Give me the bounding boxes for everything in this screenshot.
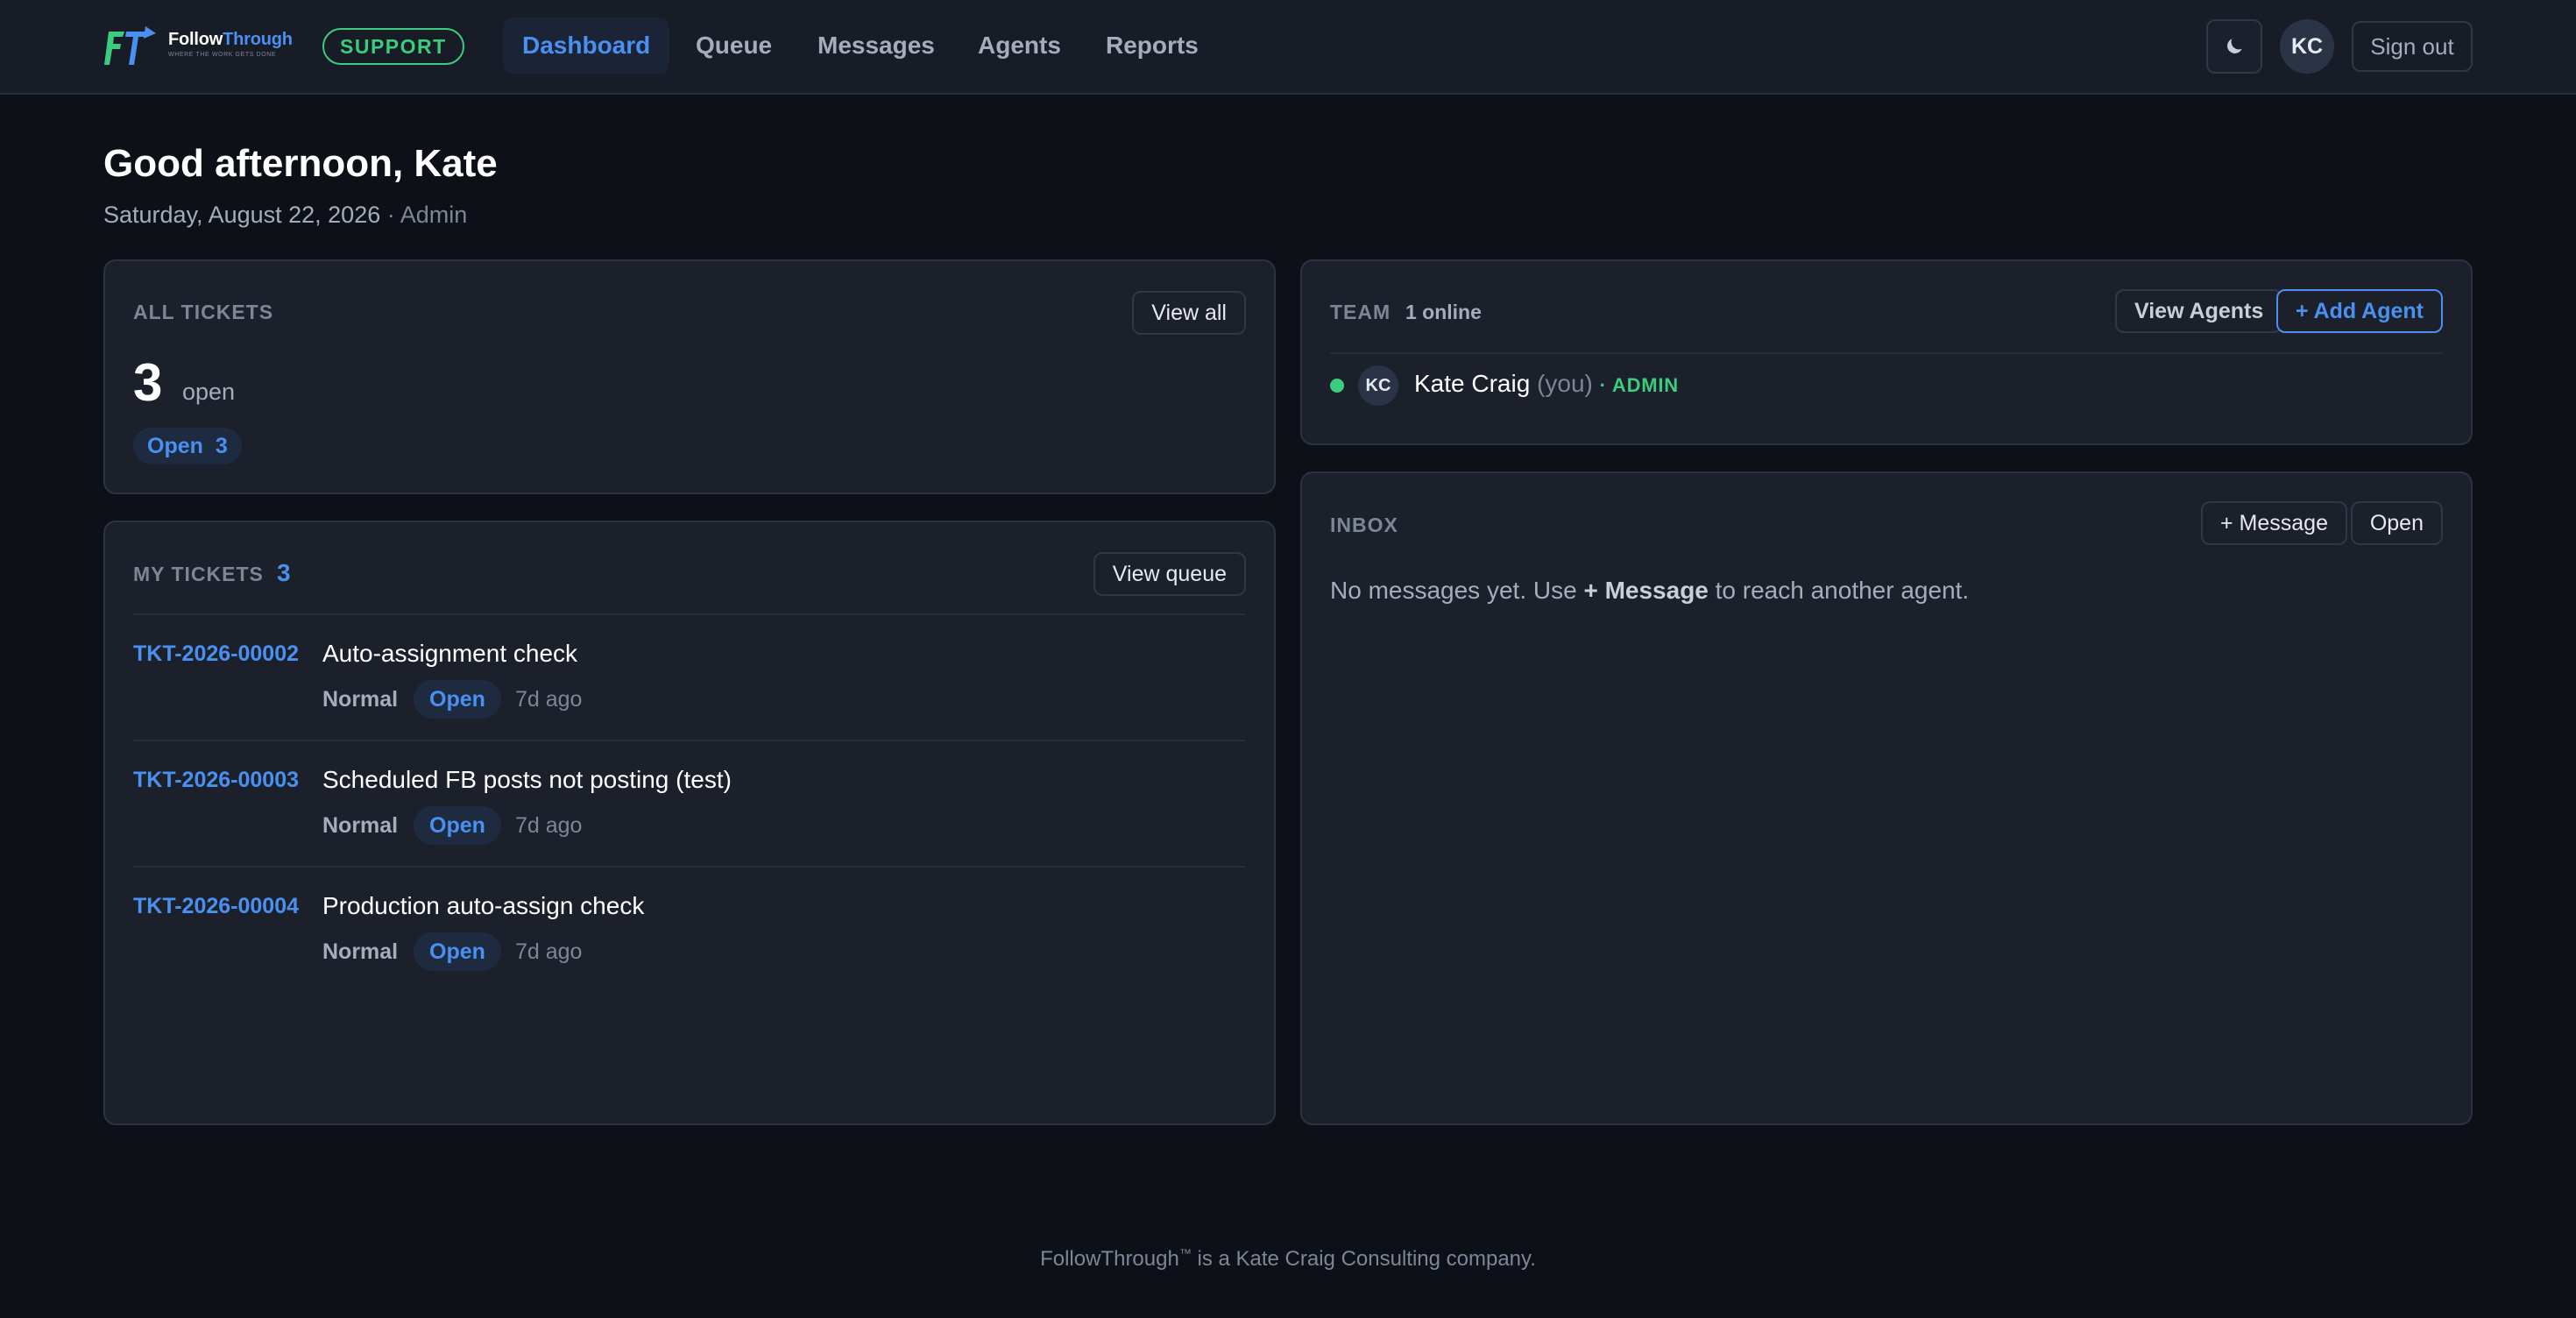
ticket-id-link[interactable]: TKT-2026-00003 <box>133 768 299 793</box>
nav-reports[interactable]: Reports <box>1086 18 1218 74</box>
ticket-id-link[interactable]: TKT-2026-00002 <box>133 641 299 667</box>
ticket-title[interactable]: Scheduled FB posts not posting (test) <box>322 766 732 794</box>
nav-agents[interactable]: Agents <box>959 18 1080 74</box>
add-agent-button[interactable]: + Add Agent <box>2275 289 2443 333</box>
date-subtitle: Saturday, August 22, 2026 · Admin <box>103 202 468 228</box>
view-all-button[interactable]: View all <box>1132 291 1246 335</box>
footer-text: FollowThrough™ is a Kate Craig Consultin… <box>1040 1246 1536 1271</box>
open-ticket-count-suffix: open <box>182 379 236 405</box>
page-title: Good afternoon, Kate <box>103 142 498 185</box>
my-tickets-label: MY TICKETS <box>133 563 264 585</box>
divider <box>133 613 1246 615</box>
ticket-age: 7d ago <box>515 687 583 712</box>
theme-toggle-button[interactable] <box>2206 19 2262 74</box>
brand-logo[interactable]: FollowThrough WHERE THE WORK GETS DONE <box>103 25 293 70</box>
ticket-priority: Normal <box>322 939 399 964</box>
brand-name: FollowThrough <box>168 30 293 49</box>
agent-role-badge: · ADMIN <box>1599 374 1679 396</box>
view-agents-button[interactable]: View Agents <box>2115 289 2283 333</box>
brand-tagline: WHERE THE WORK GETS DONE <box>168 52 277 58</box>
ticket-age: 7d ago <box>515 813 583 838</box>
team-card: TEAM 1 online View Agents + Add Agent KC… <box>1300 259 2473 445</box>
open-inbox-button[interactable]: Open <box>2350 501 2443 545</box>
agent-name[interactable]: Kate Craig (you) · ADMIN <box>1414 370 1679 398</box>
ticket-status-badge: Open <box>414 932 501 971</box>
divider <box>1330 352 2443 354</box>
nav-dashboard[interactable]: Dashboard <box>503 18 670 74</box>
nav-messages[interactable]: Messages <box>798 18 954 74</box>
ticket-title[interactable]: Auto-assignment check <box>322 640 577 668</box>
ticket-age: 7d ago <box>515 939 583 964</box>
nav-queue[interactable]: Queue <box>676 18 791 74</box>
sign-out-button[interactable]: Sign out <box>2352 21 2473 72</box>
all-tickets-card: ALL TICKETS View all 3 open Open 3 <box>103 259 1276 494</box>
new-message-button[interactable]: + Message <box>2201 501 2347 545</box>
agent-avatar: KC <box>1358 365 1398 406</box>
ticket-status-badge: Open <box>414 806 501 845</box>
inbox-empty-message: No messages yet. Use + Message to reach … <box>1330 577 1970 604</box>
ticket-id-link[interactable]: TKT-2026-00004 <box>133 894 299 919</box>
followthrough-logo-icon <box>104 26 156 65</box>
team-label: TEAM <box>1330 301 1391 323</box>
my-tickets-count: 3 <box>277 559 292 586</box>
inbox-card: INBOX + Message Open No messages yet. Us… <box>1300 471 2473 1125</box>
online-status-dot <box>1330 379 1344 393</box>
ticket-priority: Normal <box>322 687 399 712</box>
user-avatar[interactable]: KC <box>2280 19 2334 74</box>
divider <box>133 866 1246 868</box>
all-tickets-label: ALL TICKETS <box>133 301 274 323</box>
support-badge: SUPPORT <box>322 28 464 65</box>
top-navigation-bar: FollowThrough WHERE THE WORK GETS DONE S… <box>0 0 2576 95</box>
my-tickets-card: MY TICKETS 3 View queue TKT-2026-00002 A… <box>103 521 1276 1125</box>
ticket-status-badge: Open <box>414 680 501 719</box>
open-status-pill[interactable]: Open 3 <box>133 428 242 464</box>
online-count: 1 online <box>1405 301 1482 323</box>
ticket-title[interactable]: Production auto-assign check <box>322 892 644 920</box>
ticket-priority: Normal <box>322 813 399 838</box>
divider <box>133 740 1246 741</box>
view-queue-button[interactable]: View queue <box>1093 552 1246 596</box>
open-ticket-count: 3 <box>133 353 163 412</box>
moon-icon <box>2227 39 2242 53</box>
user-role: Admin <box>400 202 468 228</box>
inbox-label: INBOX <box>1330 514 1398 536</box>
